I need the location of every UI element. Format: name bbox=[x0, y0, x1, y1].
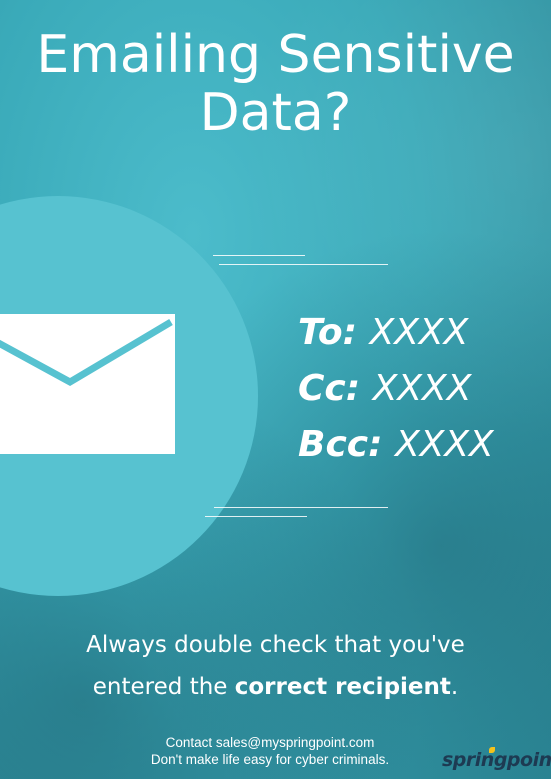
advice-message: Always double check that you've entered … bbox=[0, 624, 551, 708]
cc-value: XXXX bbox=[372, 368, 472, 409]
springpoint-logo: springpoint bbox=[442, 747, 551, 771]
logo-leaf-icon bbox=[489, 747, 495, 753]
bcc-value: XXXX bbox=[395, 424, 494, 465]
advice-emphasis: correct recipient bbox=[234, 674, 451, 700]
logo-text: springpoint bbox=[442, 749, 551, 771]
recipient-fields: To: XXXX Cc: XXXX Bcc: XXXX bbox=[298, 305, 543, 473]
headline-line-1: Emailing Sensitive bbox=[36, 25, 515, 85]
to-label: To: bbox=[298, 312, 358, 353]
bcc-label: Bcc: bbox=[298, 424, 383, 465]
poster: Emailing Sensitive Data? To: XXXX Cc: XX… bbox=[0, 0, 551, 779]
cc-field: Cc: XXXX bbox=[298, 361, 543, 417]
cc-label: Cc: bbox=[298, 368, 361, 409]
envelope-icon bbox=[0, 314, 175, 454]
divider-line bbox=[213, 255, 305, 256]
divider-line bbox=[219, 264, 388, 265]
advice-line-1: Always double check that you've bbox=[86, 632, 465, 658]
divider-line bbox=[214, 507, 388, 508]
divider-line bbox=[205, 516, 307, 517]
to-field: To: XXXX bbox=[298, 305, 543, 361]
advice-suffix: . bbox=[450, 674, 459, 700]
advice-line-2: entered the correct recipient. bbox=[0, 666, 551, 708]
headline: Emailing Sensitive Data? bbox=[0, 26, 551, 142]
advice-prefix: entered the bbox=[92, 674, 235, 700]
headline-line-2: Data? bbox=[199, 83, 352, 143]
to-value: XXXX bbox=[369, 312, 469, 353]
bcc-field: Bcc: XXXX bbox=[298, 417, 543, 473]
